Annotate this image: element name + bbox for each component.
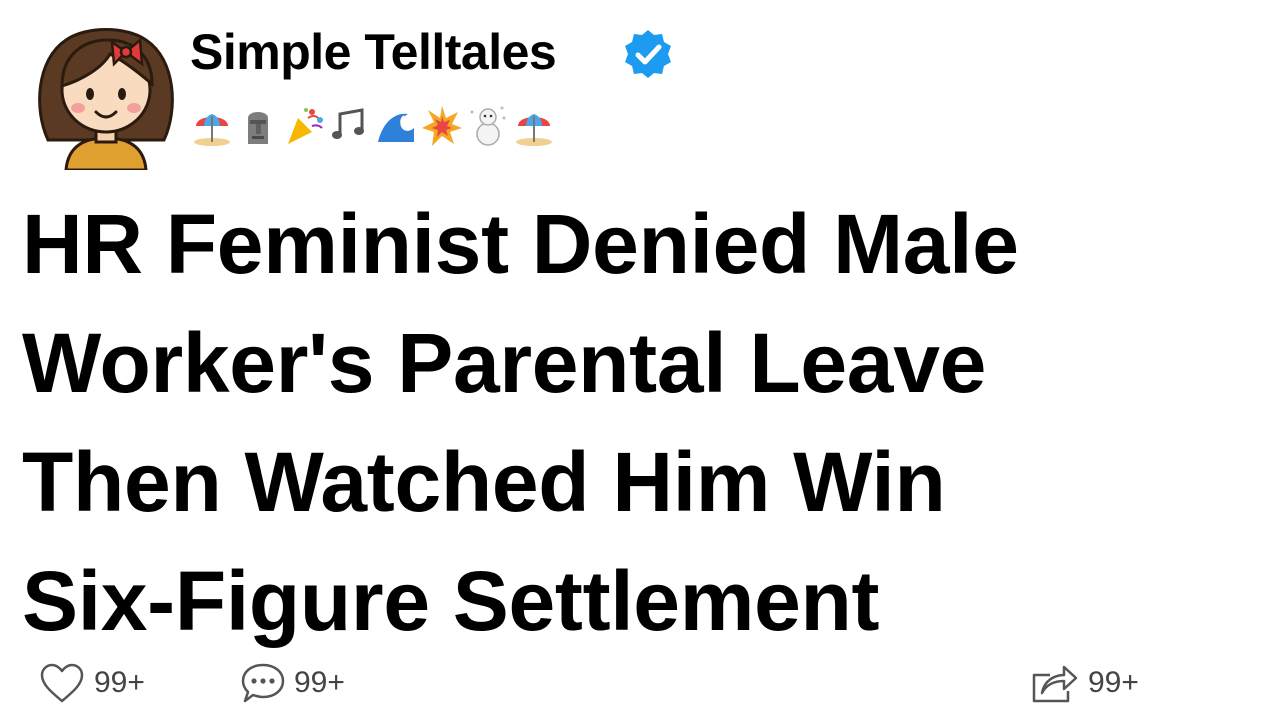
moai-icon: [236, 104, 280, 148]
beach-umbrella-icon: [190, 104, 234, 148]
avatar[interactable]: [26, 10, 186, 172]
headline-line: Six-Figure Settlement: [22, 554, 880, 648]
action-bar: 99+ 99+ 99+: [0, 655, 1280, 715]
share-count: 99+: [1088, 666, 1139, 699]
headline-line: Worker's Parental Leave: [22, 316, 987, 410]
party-popper-icon: [282, 104, 326, 148]
status-emoji-row: [190, 102, 556, 150]
comment-button[interactable]: 99+: [240, 661, 345, 705]
music-notes-icon: [328, 104, 372, 148]
like-count: 99+: [94, 666, 145, 699]
heart-icon: [40, 663, 84, 703]
cartoon-girl-avatar-icon: [38, 28, 174, 172]
snowman-icon: [466, 104, 510, 148]
share-icon: [1032, 665, 1078, 703]
like-button[interactable]: 99+: [38, 661, 145, 705]
comment-bubble-icon: [241, 663, 285, 703]
share-button[interactable]: 99+: [1030, 661, 1139, 705]
comment-count: 99+: [294, 666, 345, 699]
post-headline: HR Feminist Denied Male Worker's Parenta…: [22, 185, 1262, 661]
headline-line: HR Feminist Denied Male: [22, 197, 1019, 291]
collision-icon: [420, 104, 464, 148]
author-name[interactable]: Simple Telltales: [190, 22, 557, 82]
beach-umbrella-icon: [512, 104, 556, 148]
wave-icon: [374, 104, 418, 148]
verified-badge-icon: [622, 28, 674, 80]
headline-line: Then Watched Him Win: [22, 435, 946, 529]
